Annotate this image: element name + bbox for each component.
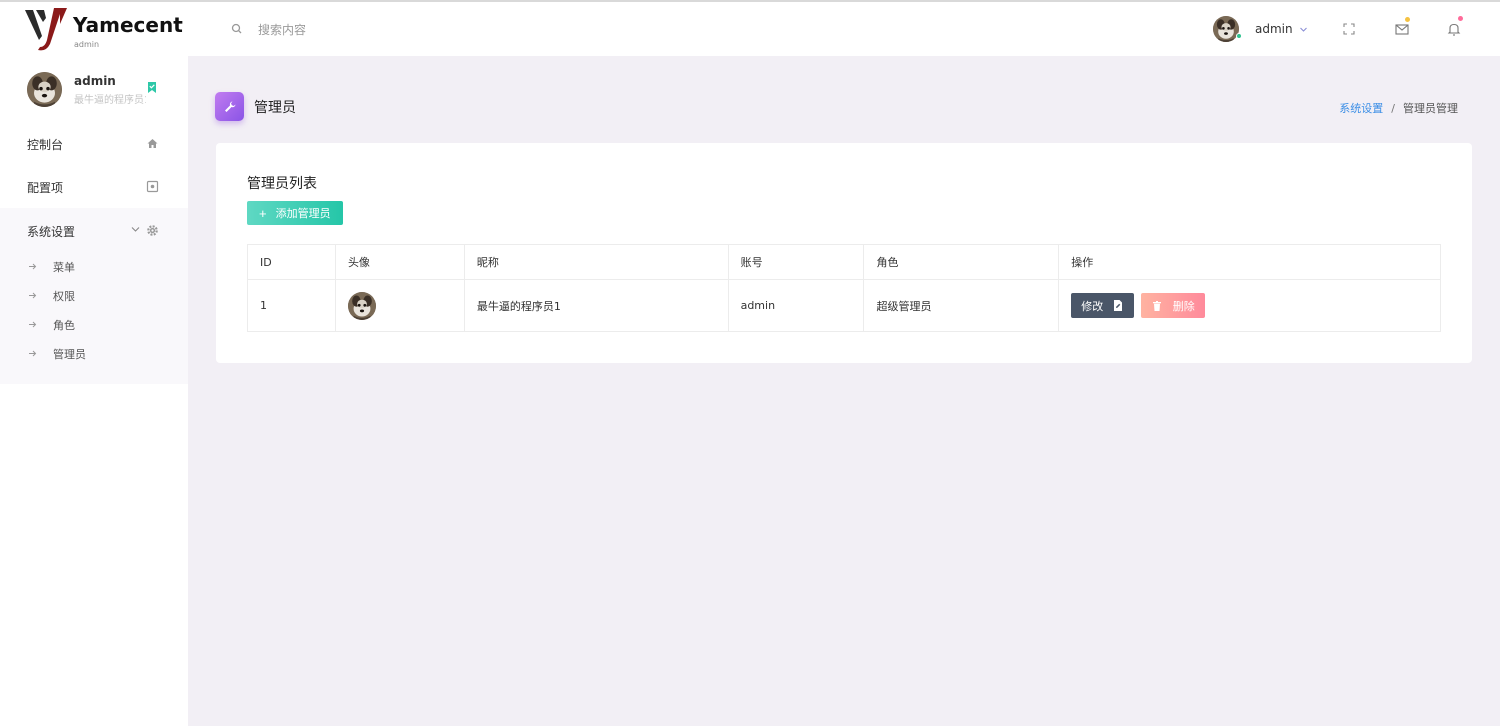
delete-button[interactable]: 删除	[1140, 293, 1205, 318]
delete-label: 删除	[1172, 300, 1195, 313]
mail-icon[interactable]	[1394, 21, 1410, 37]
sidebar: admin 最牛逼的程序员1 控制台 配置项 系统设置 菜单 权限 角色 管理员	[0, 56, 188, 726]
plus-icon: +	[259, 205, 267, 221]
cell-avatar	[334, 279, 465, 332]
search-box[interactable]: 搜索内容	[230, 19, 306, 39]
arrow-right-icon	[29, 321, 37, 328]
sidebar-subitem-label: 管理员	[53, 348, 86, 361]
breadcrumb-current: 管理员管理	[1403, 102, 1458, 115]
sidebar-item-config[interactable]: 配置项	[0, 167, 188, 207]
edit-label: 修改	[1081, 300, 1104, 313]
table-row: 1 最牛逼的程序员1 admin 超级管理员 修改 删除	[247, 279, 1441, 332]
add-admin-label: 添加管理员	[275, 208, 331, 220]
breadcrumb: 系统设置 / 管理员管理	[1339, 100, 1458, 116]
sidebar-subitem-label: 角色	[53, 319, 75, 332]
sidebar-subitem-menu[interactable]: 菜单	[0, 253, 188, 281]
trash-icon	[1152, 300, 1161, 311]
column-header-id: ID	[247, 244, 336, 280]
sidebar-subitem-permissions[interactable]: 权限	[0, 282, 188, 310]
avatar	[348, 292, 376, 320]
home-icon	[147, 139, 158, 148]
cell-nickname: 最牛逼的程序员1	[463, 279, 729, 332]
admin-table: ID 头像 昵称 账号 角色 操作 1 最牛逼的程序员1 admin 超级管理员	[247, 244, 1441, 332]
page-title: 管理员	[254, 100, 296, 116]
sidebar-submenu-system: 系统设置 菜单 权限 角色 管理员	[0, 208, 188, 384]
bookmark-check-icon	[148, 82, 156, 93]
header-username: admin	[1255, 22, 1293, 36]
cell-role: 超级管理员	[863, 279, 1060, 332]
arrow-right-icon	[29, 292, 37, 299]
search-input[interactable]: 搜索内容	[258, 21, 306, 38]
logo-mark-icon	[25, 8, 67, 51]
table-header-row: ID 头像 昵称 账号 角色 操作	[247, 244, 1441, 280]
sidebar-subitem-label: 权限	[53, 290, 75, 303]
bell-icon[interactable]	[1446, 21, 1462, 37]
column-header-avatar: 头像	[334, 244, 465, 280]
edit-button[interactable]: 修改	[1071, 293, 1135, 318]
user-menu[interactable]: admin	[1213, 14, 1308, 44]
column-header-actions: 操作	[1058, 244, 1441, 280]
sidebar-item-system-settings[interactable]: 系统设置	[0, 211, 188, 251]
sidebar-subitem-admins[interactable]: 管理员	[0, 340, 188, 368]
column-header-nickname: 昵称	[463, 244, 729, 280]
breadcrumb-link[interactable]: 系统设置	[1339, 100, 1383, 116]
sidebar-subitem-roles[interactable]: 角色	[0, 311, 188, 339]
mail-badge	[1405, 17, 1410, 22]
gear-icon	[147, 225, 158, 236]
bell-badge	[1458, 16, 1463, 21]
avatar	[27, 72, 62, 107]
sidebar-user-description: 最牛逼的程序员1	[74, 95, 146, 106]
avatar	[1213, 16, 1239, 42]
cell-account: admin	[727, 279, 865, 332]
column-header-role: 角色	[863, 244, 1060, 280]
brand-subtitle: admin	[74, 40, 100, 49]
sidebar-user-card: admin 最牛逼的程序员1	[27, 72, 177, 108]
config-icon	[146, 180, 159, 193]
sidebar-username: admin	[74, 74, 116, 88]
file-edit-icon	[1114, 300, 1123, 311]
online-status-dot	[1236, 33, 1242, 39]
sidebar-item-label: 控制台	[27, 138, 64, 152]
sidebar-item-label: 系统设置	[27, 225, 76, 239]
top-header: Yamecent admin 搜索内容 admin	[0, 2, 1500, 56]
sidebar-item-label: 配置项	[27, 181, 64, 195]
arrow-right-icon	[29, 263, 37, 270]
add-admin-button[interactable]: + 添加管理员	[247, 201, 343, 225]
sidebar-subitem-label: 菜单	[53, 261, 75, 274]
chevron-down-icon	[1299, 27, 1307, 32]
search-icon	[231, 23, 242, 34]
brand-logo[interactable]: Yamecent admin	[24, 6, 184, 52]
breadcrumb-separator: /	[1391, 101, 1395, 115]
wrench-icon	[215, 92, 244, 121]
column-header-account: 账号	[727, 244, 865, 280]
chevron-down-icon	[131, 227, 140, 232]
fullscreen-icon[interactable]	[1341, 21, 1357, 37]
admin-list-card: 管理员列表 + 添加管理员 ID 头像 昵称 账号 角色 操作 1 最牛逼的程序…	[216, 143, 1472, 363]
sidebar-item-dashboard[interactable]: 控制台	[0, 124, 188, 164]
cell-id: 1	[247, 279, 336, 332]
brand-name: Yamecent	[73, 13, 183, 37]
cell-actions: 修改 删除	[1058, 279, 1441, 332]
card-title: 管理员列表	[247, 176, 317, 192]
arrow-right-icon	[29, 350, 37, 357]
